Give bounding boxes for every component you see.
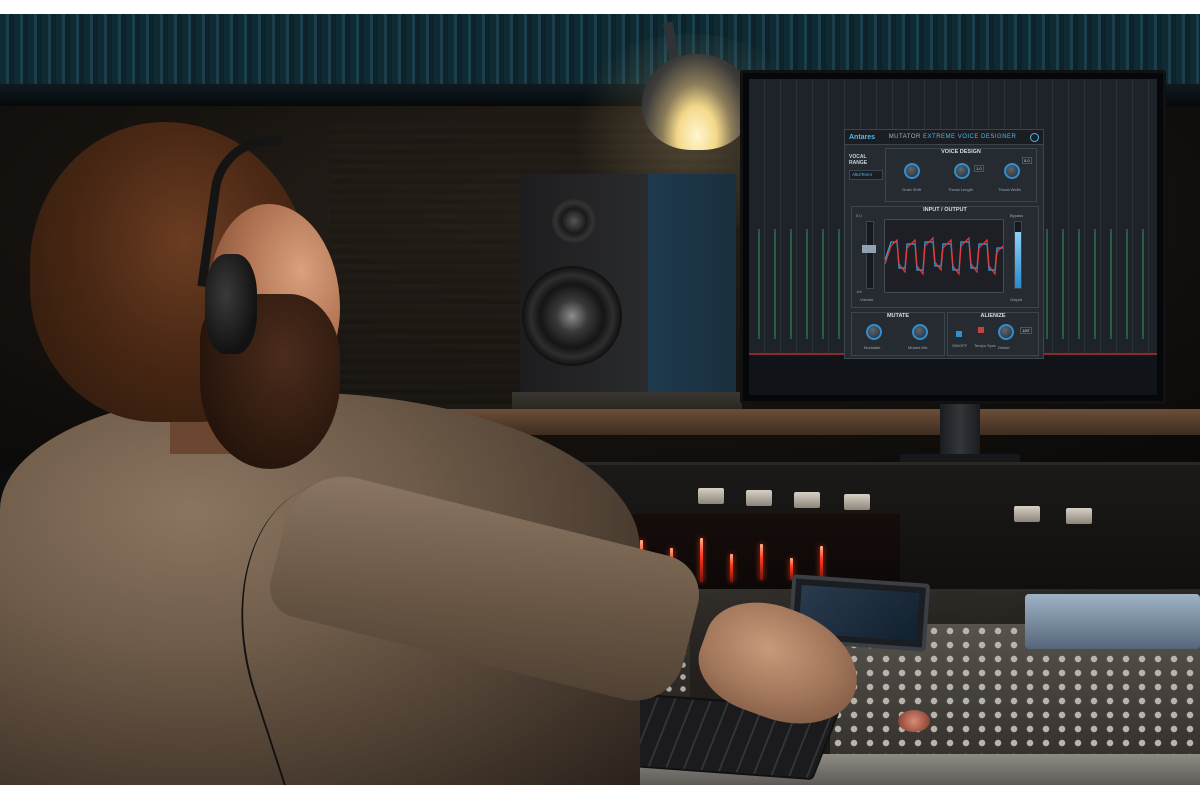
io-left-readout: 0.0 xyxy=(856,213,862,218)
voice-design-title: VOICE DESIGN xyxy=(941,149,981,155)
headphone-earcup xyxy=(205,254,257,354)
throat-length-knob[interactable] xyxy=(954,163,970,179)
meter-cap xyxy=(746,490,772,506)
modulate-knob[interactable] xyxy=(866,324,882,340)
alienize-onoff-button[interactable] xyxy=(956,331,962,337)
vocal-range-section: VOCAL RANGE Alto/Tenor xyxy=(849,154,883,180)
volume-label: Volume xyxy=(860,297,874,302)
plugin-title: MUTATOR EXTREME VOICE DESIGNER xyxy=(889,134,1017,140)
grain-shift-label: Grain Shift xyxy=(902,187,921,192)
speaker-woofer xyxy=(522,266,622,366)
daw-bottom-bar xyxy=(749,353,1157,395)
vocal-range-select[interactable]: Alto/Tenor xyxy=(849,170,883,180)
distort-label: Distort xyxy=(998,345,1010,350)
speaker-side-panel xyxy=(648,174,736,394)
output-meter-fill xyxy=(1015,231,1021,288)
alienize-title: ALIENIZE xyxy=(980,313,1006,319)
meter-cap xyxy=(794,492,820,508)
vu-meter xyxy=(760,544,763,580)
plugin-title-text: MUTATOR xyxy=(888,134,921,140)
output-waveform xyxy=(884,236,1004,276)
volume-fader[interactable] xyxy=(866,221,874,289)
speaker-tweeter xyxy=(552,199,596,243)
tempo-sync-label: Tempo Sync xyxy=(974,343,997,348)
voice-design-panel: VOICE DESIGN Grain Shift 1.0 Throat Leng… xyxy=(885,148,1037,202)
meter-cap xyxy=(1066,508,1092,524)
tempo-sync-button[interactable] xyxy=(978,327,984,333)
mutate-title: MUTATE xyxy=(886,313,910,319)
alienize-onoff-label: ON/OFF xyxy=(952,343,968,348)
output-meter xyxy=(1014,221,1022,289)
meter-cap xyxy=(844,494,870,510)
volume-fader-handle[interactable] xyxy=(862,245,876,253)
mutator-plugin-window: Antares MUTATOR EXTREME VOICE DESIGNER V… xyxy=(844,129,1044,359)
throat-length-label: Throat Length xyxy=(948,187,973,192)
mutate-panel: MUTATE Modulate Mutant Mix xyxy=(851,312,945,356)
throat-width-label: Throat Width xyxy=(998,187,1021,192)
console-control-unit xyxy=(1025,594,1200,649)
mutant-mix-label: Mutant Mix xyxy=(908,345,928,350)
vu-meter xyxy=(820,546,823,580)
studio-photo: Antares MUTATOR EXTREME VOICE DESIGNER V… xyxy=(0,14,1200,785)
gear-icon[interactable] xyxy=(1030,132,1039,142)
meter-cap xyxy=(1014,506,1040,522)
pitch-waveform-display xyxy=(884,219,1004,293)
grain-shift-knob[interactable] xyxy=(904,163,920,179)
throat-width-value: 0.0 xyxy=(1022,157,1032,164)
plugin-header: Antares MUTATOR EXTREME VOICE DESIGNER xyxy=(845,130,1043,145)
throat-length-value: 1.0 xyxy=(974,165,984,172)
bypass-label: Bypass xyxy=(1010,213,1024,218)
red-console-knob xyxy=(898,710,930,732)
plugin-subtitle: EXTREME VOICE DESIGNER xyxy=(923,134,1017,140)
plugin-logo: Antares xyxy=(849,133,876,141)
monitor-icon: Antares MUTATOR EXTREME VOICE DESIGNER V… xyxy=(740,70,1166,404)
mutant-mix-knob[interactable] xyxy=(912,324,928,340)
desk-lamp-icon xyxy=(642,54,752,150)
throat-width-knob[interactable] xyxy=(1004,163,1020,179)
io-low-readout: -inf xyxy=(856,289,862,294)
vu-meter xyxy=(700,538,703,582)
waveform-svg xyxy=(884,236,1004,276)
monitor-screen: Antares MUTATOR EXTREME VOICE DESIGNER V… xyxy=(749,79,1157,395)
alienize-rate-value: 1/8T xyxy=(1020,327,1033,334)
wooden-shelf xyxy=(404,409,1200,435)
distort-knob[interactable] xyxy=(998,324,1014,340)
alienize-panel: ALIENIZE ON/OFF Tempo Sync Distort 1/8T xyxy=(947,312,1039,356)
output-label: Output xyxy=(1010,297,1023,302)
input-output-panel: INPUT / OUTPUT 0.0 -inf Volume Bypass Ou… xyxy=(851,206,1039,308)
vu-meter xyxy=(730,554,733,582)
modulate-label: Modulate xyxy=(864,345,881,350)
meter-cap xyxy=(698,488,724,504)
vocal-range-label: VOCAL RANGE xyxy=(849,154,868,166)
